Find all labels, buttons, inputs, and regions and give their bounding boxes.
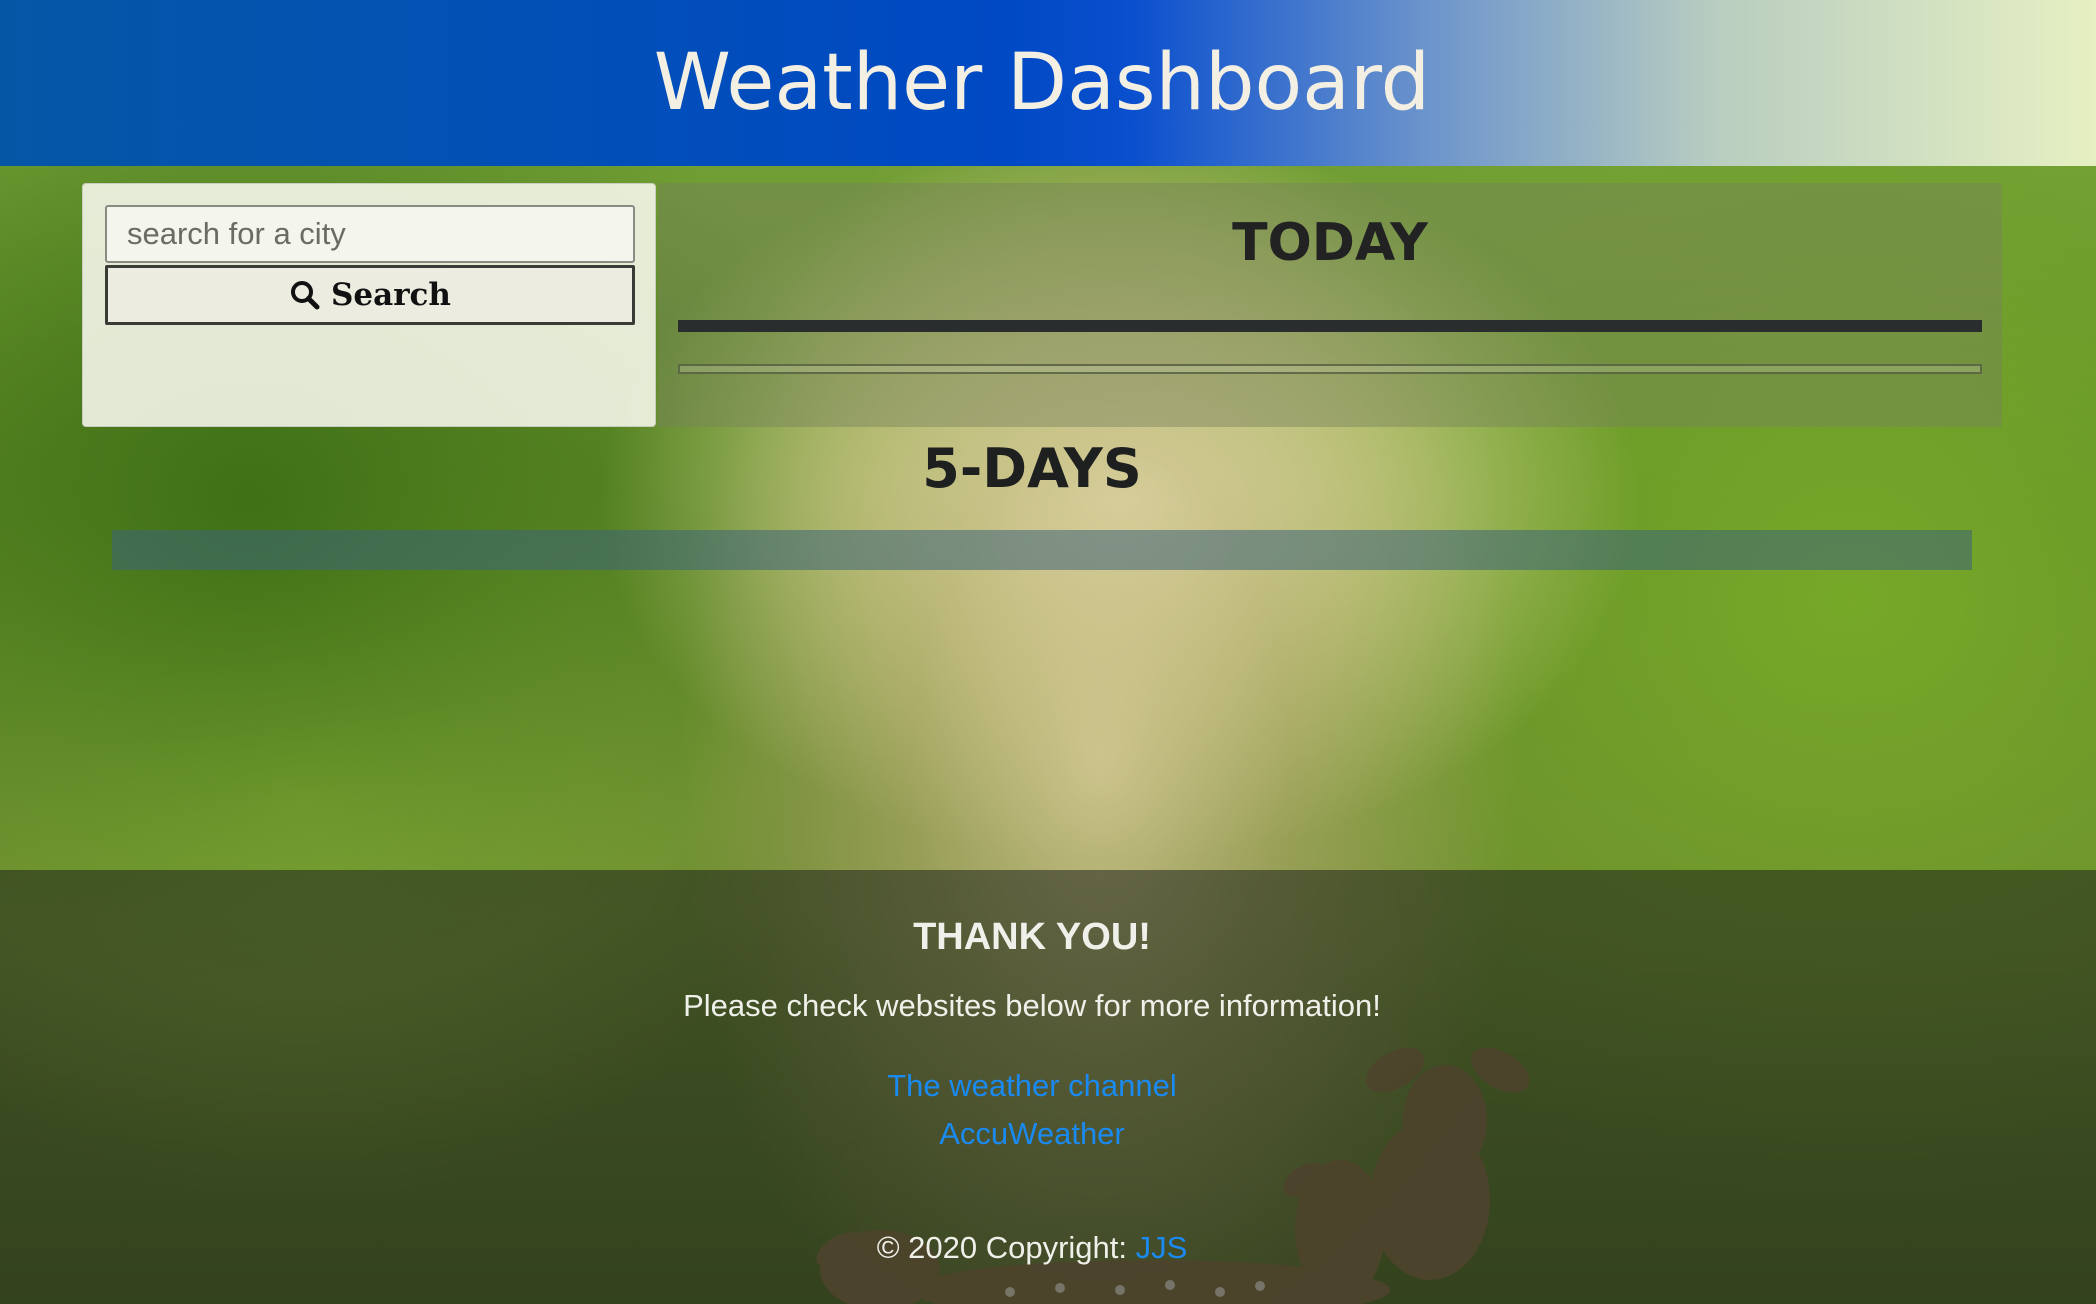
today-divider [678,320,1982,332]
page-title: Weather Dashboard [653,38,1431,128]
weather-channel-link[interactable]: The weather channel [0,1068,2080,1104]
forecast-cards-container [112,530,1972,570]
copyright: © 2020 Copyright: JJS [0,1230,2080,1266]
copyright-text: © 2020 Copyright: [876,1230,1136,1265]
accuweather-link[interactable]: AccuWeather [0,1116,2080,1152]
forecast-title: 5-DAYS [922,437,1142,500]
today-title: TODAY [1232,213,1428,273]
copyright-author-link[interactable]: JJS [1136,1230,1188,1265]
search-icon [291,281,320,310]
today-panel: TODAY [658,183,2002,427]
today-weather-content [678,364,1982,374]
footer-heading: THANK YOU! [913,916,1151,958]
search-input[interactable] [105,205,635,263]
page-header: Weather Dashboard [0,0,2096,166]
search-button-label: Search [331,277,451,313]
search-panel: Search [82,183,656,427]
search-button[interactable]: Search [105,265,635,325]
page-footer: THANK YOU! Please check websites below f… [0,870,2096,1304]
footer-subtitle: Please check websites below for more inf… [683,988,1381,1023]
